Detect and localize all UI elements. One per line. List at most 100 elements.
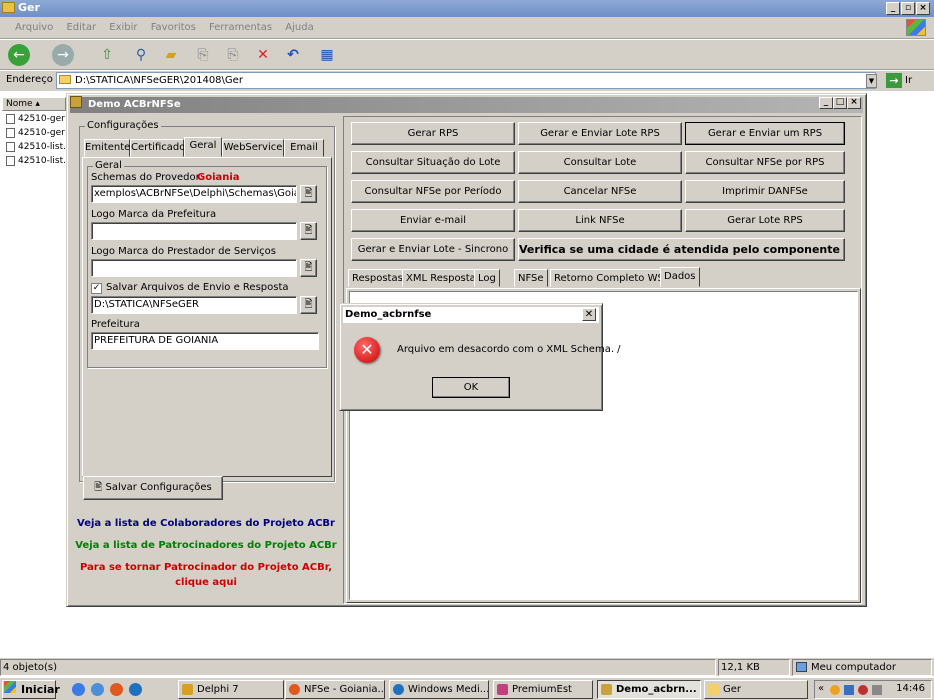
go-label[interactable]: Ir xyxy=(905,75,912,86)
document-icon xyxy=(6,142,15,152)
forward-arrow-icon[interactable]: → xyxy=(52,44,74,66)
gerar-lote-rps-button[interactable]: Gerar Lote RPS xyxy=(685,209,845,232)
tab-respostas[interactable]: Respostas xyxy=(348,269,407,287)
logo-prefeitura-field[interactable] xyxy=(91,222,297,240)
save-config-button[interactable]: 🖹 Salvar Configurações xyxy=(83,476,223,500)
geral-groupbox: Geral Schemas do Provedor: Goiania xempl… xyxy=(87,160,327,368)
gerar-enviar-lote-rps-button[interactable]: Gerar e Enviar Lote RPS xyxy=(518,122,682,145)
document-icon xyxy=(6,114,15,124)
app-maximize-button[interactable]: □ xyxy=(833,97,847,109)
imprimir-danfse-button[interactable]: Imprimir DANFSe xyxy=(685,180,845,203)
task-ger[interactable]: Ger xyxy=(704,680,808,699)
menu-arquivo[interactable]: Arquivo xyxy=(10,17,58,39)
search-icon[interactable]: ⚲ xyxy=(130,44,152,66)
close-icon: ✕ xyxy=(584,309,594,320)
menu-exibir[interactable]: Exibir xyxy=(104,17,142,39)
tab-nfse[interactable]: NFSe xyxy=(514,269,548,287)
link-colaboradores[interactable]: Veja a lista de Colaboradores do Projeto… xyxy=(71,518,341,529)
folder-up-icon[interactable]: ⇧ xyxy=(96,44,118,66)
tab-geral[interactable]: Geral xyxy=(184,137,222,157)
logo-prestador-field[interactable] xyxy=(91,259,297,277)
tray-icon[interactable] xyxy=(830,685,840,695)
outlook-icon[interactable] xyxy=(91,683,104,696)
browse-logo-prefeitura-button[interactable]: 🖹 xyxy=(300,222,317,240)
maximize-button[interactable]: ▫ xyxy=(901,2,915,15)
file-item[interactable]: 42510-ger xyxy=(6,127,65,139)
tab-certificado[interactable]: Certificado xyxy=(130,139,185,157)
salvar-arquivos-checkbox[interactable]: ✓ xyxy=(91,283,102,294)
schemas-path-field[interactable]: xemplos\ACBrNFSe\Delphi\Schemas\Goiania xyxy=(91,185,297,203)
security-icon[interactable] xyxy=(858,685,868,695)
enviar-email-button[interactable]: Enviar e-mail xyxy=(351,209,515,232)
close-button[interactable]: × xyxy=(916,2,930,15)
gerar-enviar-lote-sincrono-button[interactable]: Gerar e Enviar Lote - Sincrono xyxy=(351,238,515,261)
task-nfse-goiania[interactable]: NFSe - Goiania... xyxy=(285,680,385,699)
file-item[interactable]: 42510-list. xyxy=(6,141,66,153)
tab-retorno-completo-ws[interactable]: Retorno Completo WS xyxy=(550,269,668,287)
system-tray: « 14:46 xyxy=(814,680,932,699)
folders-icon[interactable]: ▰ xyxy=(160,44,182,66)
go-arrow-icon[interactable]: → xyxy=(886,73,902,88)
app-minimize-button[interactable]: _ xyxy=(819,97,833,109)
task-premiumest[interactable]: PremiumEst xyxy=(493,680,593,699)
link-nfse-button[interactable]: Link NFSe xyxy=(518,209,682,232)
gerar-rps-button[interactable]: Gerar RPS xyxy=(351,122,515,145)
task-windows-media[interactable]: Windows Medi... xyxy=(389,680,489,699)
link-patrocinadores[interactable]: Veja a lista de Patrocinadores do Projet… xyxy=(71,540,341,551)
tab-dados[interactable]: Dados xyxy=(660,267,700,287)
tab-log[interactable]: Log xyxy=(474,269,500,287)
undo-icon[interactable]: ↶ xyxy=(282,44,304,66)
delete-icon[interactable]: ✕ xyxy=(252,44,274,66)
back-arrow-icon[interactable]: ← xyxy=(8,44,30,66)
consultar-lote-button[interactable]: Consultar Lote xyxy=(518,151,682,174)
browse-schemas-button[interactable]: 🖹 xyxy=(300,185,317,203)
menu-ferramentas[interactable]: Ferramentas xyxy=(204,17,277,39)
consultar-situacao-lote-button[interactable]: Consultar Situação do Lote xyxy=(351,151,515,174)
firefox-icon[interactable] xyxy=(110,683,123,696)
task-demo-acbrnfse[interactable]: Demo_acbrn... xyxy=(597,680,701,699)
media-player-icon[interactable] xyxy=(129,683,142,696)
cancelar-nfse-button[interactable]: Cancelar NFSe xyxy=(518,180,682,203)
task-delphi7[interactable]: Delphi 7 xyxy=(178,680,284,699)
volume-icon[interactable] xyxy=(872,685,882,695)
menu-editar[interactable]: Editar xyxy=(61,17,101,39)
prefeitura-field[interactable]: PREFEITURA DE GOIANIA xyxy=(91,332,319,350)
address-input[interactable]: D:\STATICA\NFSeGER\201408\Ger xyxy=(56,72,876,89)
file-item[interactable]: 42510-list. xyxy=(6,155,66,167)
tray-expand-icon[interactable]: « xyxy=(818,683,824,694)
address-dropdown-icon[interactable]: ▼ xyxy=(866,74,877,88)
toolbar: ← → ⇧ ⚲ ▰ ⎘ ⎘ ✕ ↶ ▦ xyxy=(0,40,934,70)
consultar-nfse-rps-button[interactable]: Consultar NFSe por RPS xyxy=(685,151,845,174)
minimize-button[interactable]: _ xyxy=(886,2,900,15)
column-header-name[interactable]: Nome ▴ xyxy=(2,97,66,111)
dialog-ok-button[interactable]: OK xyxy=(432,377,510,398)
verifica-cidade-button[interactable]: Verifica se uma cidade é atendida pelo c… xyxy=(518,238,845,261)
link-patrocinador-line2[interactable]: clique aqui xyxy=(71,577,341,588)
clock[interactable]: 14:46 xyxy=(896,683,925,694)
ie-icon[interactable] xyxy=(72,683,85,696)
tab-webservice[interactable]: WebService xyxy=(222,139,284,157)
copy-to-icon[interactable]: ⎘ xyxy=(222,44,244,66)
views-icon[interactable]: ▦ xyxy=(316,44,338,66)
browse-folder-icon: 🖹 xyxy=(304,225,313,236)
address-bar: Endereço D:\STATICA\NFSeGER\201408\Ger ▼… xyxy=(0,71,934,91)
browse-salvar-button[interactable]: 🖹 xyxy=(300,296,317,314)
file-item[interactable]: 42510-ger xyxy=(6,113,65,125)
salvar-path-field[interactable]: D:\STATICA\NFSeGER xyxy=(91,296,297,314)
consultar-nfse-periodo-button[interactable]: Consultar NFSe por Período xyxy=(351,180,515,203)
link-patrocinador-line1[interactable]: Para se tornar Patrocinador do Projeto A… xyxy=(71,562,341,573)
error-icon: ✕ xyxy=(354,337,380,363)
network-icon[interactable] xyxy=(844,685,854,695)
tab-email[interactable]: Email xyxy=(284,139,324,157)
tab-xml-resposta[interactable]: XML Resposta xyxy=(402,269,480,287)
delphi-app-icon xyxy=(70,96,82,108)
move-to-icon[interactable]: ⎘ xyxy=(192,44,214,66)
app-close-button[interactable]: × xyxy=(847,97,861,109)
tab-emitente[interactable]: Emitente xyxy=(84,139,130,157)
dialog-close-button[interactable]: ✕ xyxy=(582,308,596,321)
status-objects: 4 objeto(s) xyxy=(0,659,716,676)
menu-favoritos[interactable]: Favoritos xyxy=(146,17,201,39)
menu-ajuda[interactable]: Ajuda xyxy=(280,17,318,39)
browse-logo-prestador-button[interactable]: 🖹 xyxy=(300,259,317,277)
gerar-enviar-um-rps-button[interactable]: Gerar e Enviar um RPS xyxy=(685,122,845,145)
